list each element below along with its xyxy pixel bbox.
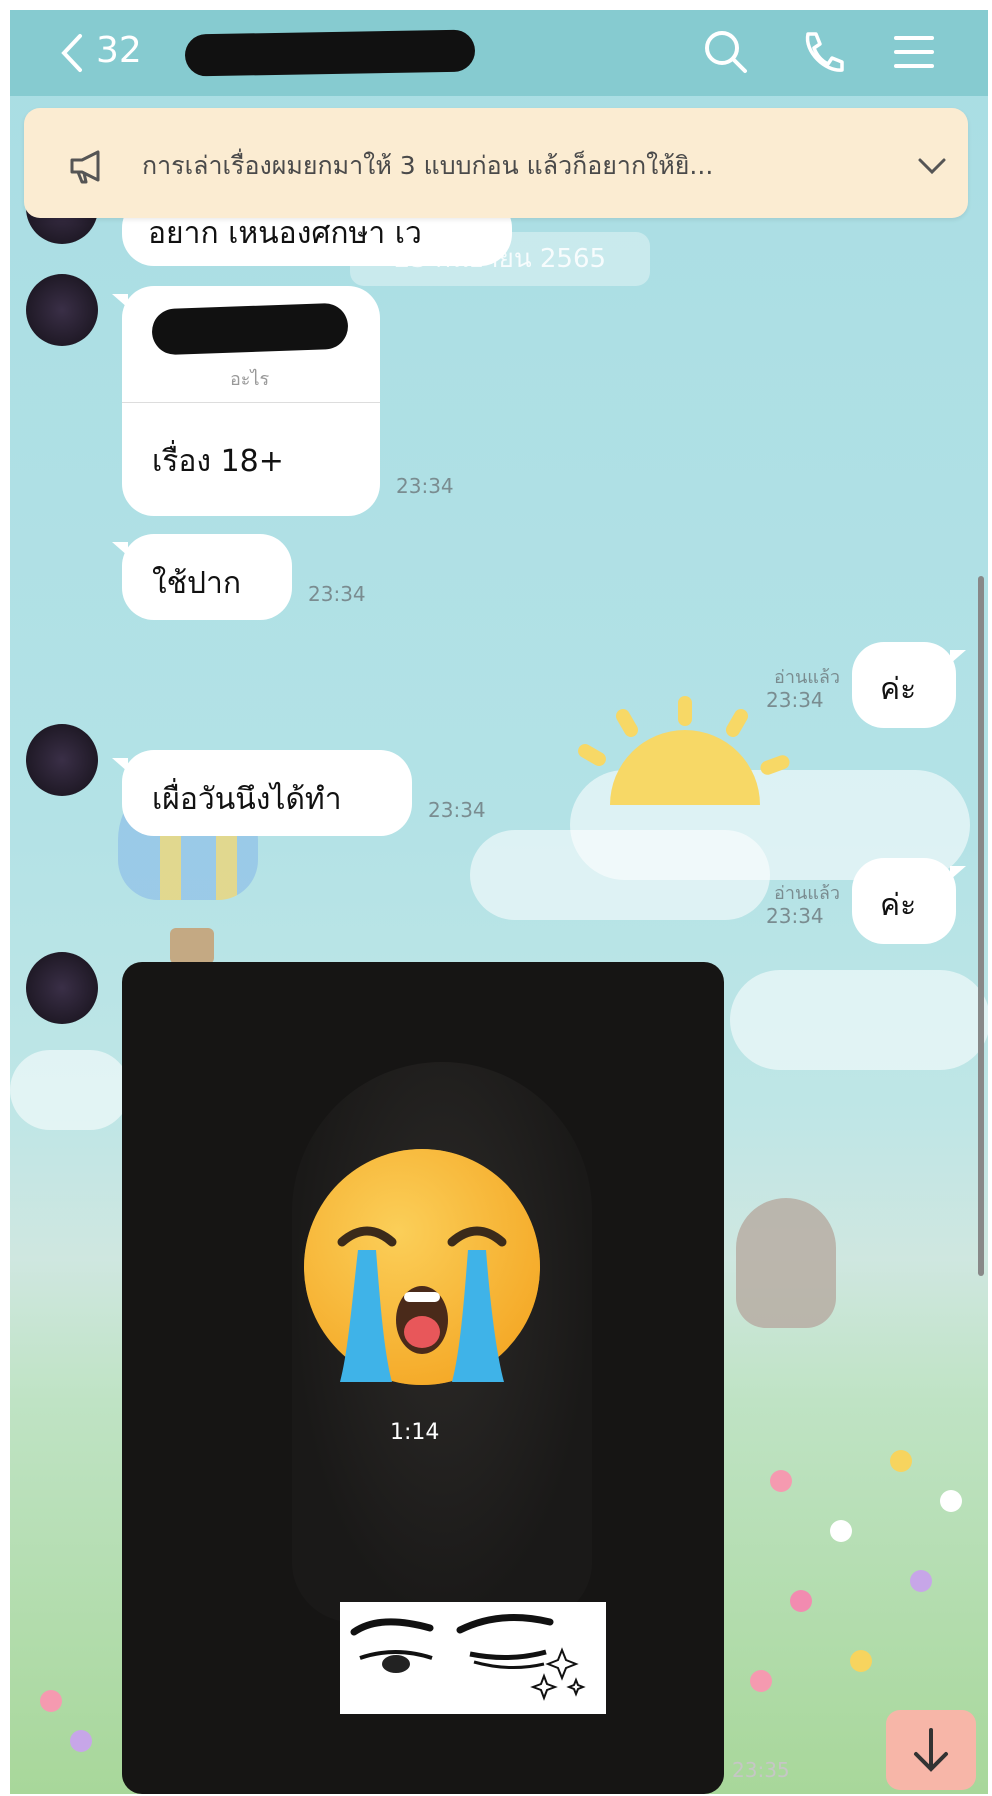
announcement-banner[interactable]: การเล่าเรื่องผมยกมาให้ 3 แบบก่อน แล้วก็อ… (24, 108, 968, 218)
sun-ray (613, 706, 641, 740)
avatar[interactable] (26, 952, 98, 1024)
sun-ray (723, 706, 751, 740)
message-time: 23:35 (732, 1758, 790, 1782)
back-chevron-icon[interactable] (50, 28, 100, 78)
reply-divider (122, 402, 380, 403)
message-text: ค่ะ (880, 672, 917, 707)
chat-name-redacted (184, 29, 476, 77)
search-icon[interactable] (700, 26, 752, 78)
phone-icon[interactable] (796, 26, 848, 78)
background-flower (830, 1520, 852, 1542)
background-sun (610, 730, 760, 805)
sun-ray (678, 696, 692, 726)
video-message[interactable]: 1:14 (122, 962, 724, 1794)
quoted-message-redacted (151, 302, 349, 356)
message-bubble[interactable]: เผื่อวันนึงได้ทำ (112, 750, 412, 836)
chevron-down-icon[interactable] (912, 146, 952, 186)
background-flower (940, 1490, 962, 1512)
avatar[interactable] (26, 724, 98, 796)
avatar[interactable] (26, 274, 98, 346)
background-flower (790, 1590, 812, 1612)
message-time: 23:34 (428, 798, 486, 822)
arrow-down-icon (914, 1728, 948, 1772)
crying-emoji-icon (304, 1149, 540, 1385)
announcement-text: การเล่าเรื่องผมยกมาให้ 3 แบบก่อน แล้วก็อ… (142, 151, 714, 180)
menu-icon[interactable] (888, 26, 940, 78)
background-cloud (730, 970, 988, 1070)
background-balloon-basket (170, 928, 214, 964)
megaphone-icon (70, 150, 100, 184)
message-text: เผื่อวันนึงได้ทำ (152, 782, 342, 817)
background-flower (890, 1450, 912, 1472)
video-duration: 1:14 (390, 1420, 440, 1445)
message-text: ใช้ปาก (152, 566, 242, 601)
background-cloud (10, 1050, 130, 1130)
background-flower (770, 1470, 792, 1492)
chat-screen: 32 23 กันยายน 2565 อยาก เหนองศกษา เว การ… (10, 10, 988, 1794)
background-flower (910, 1570, 932, 1592)
sun-ray (575, 741, 609, 769)
background-flower (40, 1690, 62, 1712)
message-bubble[interactable]: ค่ะ (852, 858, 966, 944)
message-time: 23:34 (766, 904, 824, 928)
message-bubble[interactable]: ค่ะ (852, 642, 966, 728)
read-receipt: อ่านแล้ว (774, 883, 840, 904)
scrollbar[interactable] (978, 576, 984, 1276)
message-time: 23:34 (396, 474, 454, 498)
read-receipt: อ่านแล้ว (774, 667, 840, 688)
background-flower (750, 1670, 772, 1692)
message-time: 23:34 (766, 688, 824, 712)
message-text: ค่ะ (880, 888, 917, 923)
scroll-to-bottom-button[interactable] (886, 1710, 976, 1790)
message-bubble[interactable]: ใช้ปาก (112, 534, 292, 620)
eyes-icon (350, 1614, 586, 1701)
unread-count[interactable]: 32 (96, 30, 142, 71)
quoted-message-subtext: อะไร (230, 369, 270, 390)
chat-header: 32 (10, 10, 988, 96)
background-cat (736, 1198, 836, 1328)
message-text: เรื่อง 18+ (152, 444, 284, 479)
background-cloud (470, 830, 770, 920)
message-time: 23:34 (308, 582, 366, 606)
background-flower (70, 1730, 92, 1752)
reply-message-bubble[interactable]: อะไร เรื่อง 18+ (112, 286, 380, 516)
background-flower (850, 1650, 872, 1672)
eyes-sticker-overlay (340, 1602, 606, 1714)
